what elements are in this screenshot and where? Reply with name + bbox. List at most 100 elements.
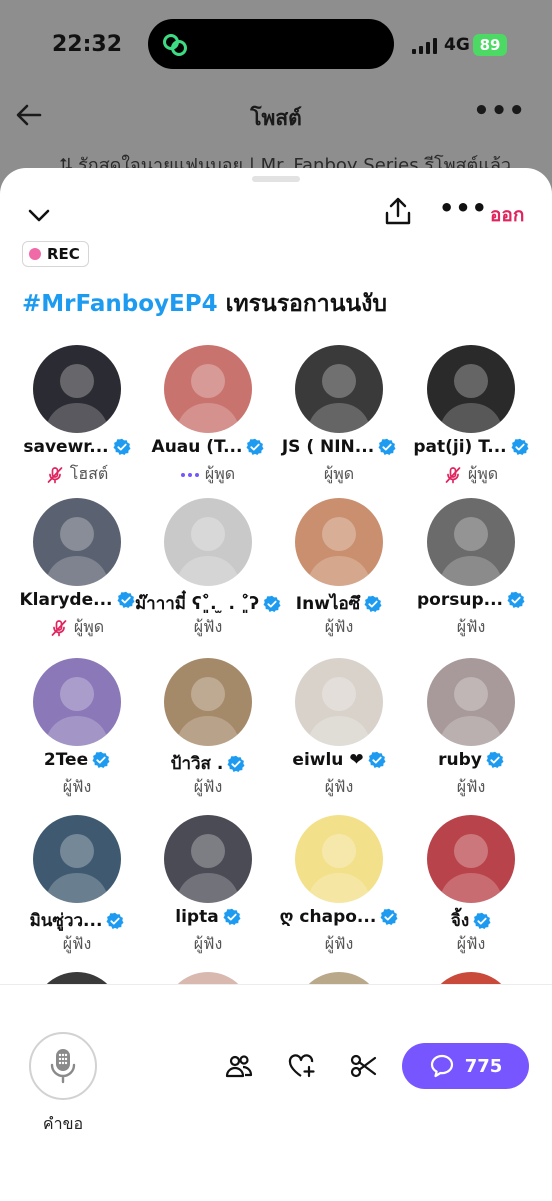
network-type: 4G [444,35,470,55]
participant-name-row: มินซู่วว... [11,907,143,934]
avatar[interactable] [427,498,515,586]
participant-name: savewr... [23,437,109,457]
participant[interactable]: pat(ji) T... ผู้พูด [405,345,537,485]
comments-button[interactable]: 775 [402,1043,529,1089]
participant-role-row: ผู้ฟัง [273,932,405,957]
participant-role-row: ผู้ฟัง [273,775,405,800]
verified-badge-icon [486,751,504,768]
avatar[interactable] [33,498,121,586]
verified-badge-icon [227,755,245,772]
mic-off-icon [51,619,67,636]
verified-badge-icon [511,438,529,455]
participant[interactable]: มินซู่วว... ผู้ฟัง [11,815,143,955]
participant-role: ผู้ฟัง [193,934,223,953]
participant-name-row: eiwlu ❤ [273,750,405,770]
people-icon[interactable] [225,1052,253,1080]
participant-role-row: ผู้ฟัง [142,615,274,640]
link-icon [163,34,187,56]
verified-badge-icon [106,912,124,929]
participant-name: 2Tee [43,750,89,770]
participant-name-row: pat(ji) T... [405,437,537,457]
participant-name: pat(ji) T... [413,437,507,457]
participant-role-row: ผู้พูด [142,462,274,487]
participant-role: ผู้ฟัง [193,617,223,636]
avatar[interactable] [427,658,515,746]
participant[interactable]: eiwlu ❤ ผู้ฟัง [273,658,405,798]
participant-role: ผู้ฟัง [324,617,354,636]
avatar[interactable] [33,815,121,903]
participant[interactable]: porsup... ผู้ฟัง [405,498,537,638]
participant-role: ผู้พูด [467,464,499,483]
participant[interactable]: Klaryde... ผู้พูด [11,498,143,638]
verified-badge-icon [117,591,134,608]
avatar[interactable] [164,345,252,433]
participant-name: ruby [438,750,482,770]
avatar[interactable] [33,345,121,433]
participant[interactable]: JS ( NIN... ผู้พูด [273,345,405,485]
verified-badge-icon [364,595,382,612]
participant-name: Klaryde... [19,590,113,610]
participant-name-row: ღ chapo... [273,907,405,927]
verified-badge-icon [92,751,110,768]
verified-badge-icon [507,591,525,608]
avatar[interactable] [427,815,515,903]
mic-off-icon [445,466,461,483]
mic-off-icon [47,466,63,483]
participant-name: porsup... [417,590,503,610]
participant-name-row: จิ้ง [405,907,537,934]
participant[interactable]: lipta ผู้ฟัง [142,815,274,955]
participant-name: ป้าวิส . [170,754,224,774]
participant-role: ผู้พูด [204,464,236,483]
avatar[interactable] [33,658,121,746]
avatar[interactable] [427,345,515,433]
participant-name-row: porsup... [405,590,537,610]
participant-role-row: ผู้พูด [273,462,405,487]
chat-bubble-icon [430,1054,453,1078]
participant-role-row: ผู้ฟัง [405,775,537,800]
participant-name-row: Auau (T... [142,437,274,457]
verified-badge-icon [473,912,491,929]
microphone-icon [50,1049,76,1084]
more-options-icon[interactable]: ••• [473,96,526,126]
avatar[interactable] [164,815,252,903]
avatar[interactable] [164,498,252,586]
battery-indicator: 89 [473,34,507,56]
participant-role: ผู้ฟัง [456,617,486,636]
participant-name-row: Inwไอซึ [273,590,405,617]
participant-name-row: ม๊าาามี๋ ʕ˚͈̀. ̫ . ˚͈́ʔ [135,590,281,617]
participant-role-row: ผู้ฟัง [142,932,274,957]
heart-plus-icon[interactable] [287,1052,315,1080]
avatar[interactable] [295,498,383,586]
participant[interactable]: savewr... โฮสต์ [11,345,143,485]
participant-name: lipta [175,907,219,927]
participant[interactable]: 2Tee ผู้ฟัง [11,658,143,798]
signal-icon [412,38,437,54]
verified-badge-icon [368,751,386,768]
request-mic-button[interactable] [29,1032,97,1100]
avatar[interactable] [295,345,383,433]
avatar[interactable] [295,815,383,903]
participant[interactable]: Auau (T... ผู้พูด [142,345,274,485]
post-header: โพสต์ ••• [0,92,552,140]
participant-role: ผู้ฟัง [324,934,354,953]
participant-name: JS ( NIN... [281,437,375,457]
participant[interactable]: ღ chapo... ผู้ฟัง [273,815,405,955]
scissors-icon[interactable] [349,1052,377,1080]
status-bar: 22:32 4G 89 [0,0,552,90]
avatar[interactable] [164,658,252,746]
participant-role: ผู้ฟัง [456,934,486,953]
page-title: โพสต์ [250,106,302,130]
participant-role-row: ผู้พูด [11,615,143,640]
participant[interactable]: ruby ผู้ฟัง [405,658,537,798]
participant-role: ผู้พูด [323,464,355,483]
participant-name-row: lipta [142,907,274,927]
verified-badge-icon [223,908,241,925]
participant[interactable]: จิ้ง ผู้ฟัง [405,815,537,955]
participant-name-row: JS ( NIN... [273,437,405,457]
avatar[interactable] [295,658,383,746]
participant-name: มินซู่วว... [29,911,103,931]
participant-name-row: ruby [405,750,537,770]
participant[interactable]: ม๊าาามี๋ ʕ˚͈̀. ̫ . ˚͈́ʔ ผู้ฟัง [135,498,281,640]
participant[interactable]: ป้าวิส . ผู้ฟัง [142,658,274,798]
participant[interactable]: Inwไอซึ ผู้ฟัง [273,498,405,638]
